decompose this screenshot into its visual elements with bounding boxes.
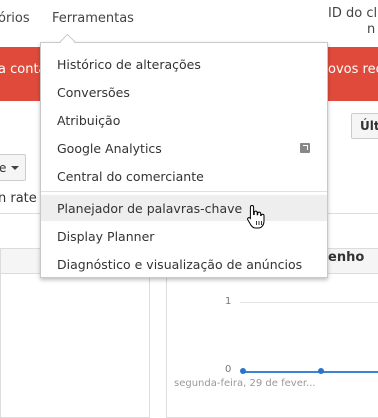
tools-dropdown-menu: Histórico de alterações Conversões Atrib… xyxy=(40,42,328,278)
client-id-value: n xyxy=(367,22,376,37)
x-tick-label: segunda-feira, 29 de fever... xyxy=(174,378,316,389)
hand-cursor-icon xyxy=(247,204,265,229)
chevron-down-icon xyxy=(11,166,19,170)
banner-text-right[interactable]: ovos recu xyxy=(328,62,378,77)
client-id-label: ID do clie xyxy=(328,6,378,21)
external-link-icon xyxy=(300,143,310,153)
menu-item-display-planner[interactable]: Display Planner xyxy=(41,223,327,249)
rate-label: n rate xyxy=(0,191,37,206)
menu-divider xyxy=(41,191,327,192)
menu-item-merchant-center[interactable]: Central do comerciante xyxy=(41,163,327,189)
nav-tools[interactable]: Ferramentas xyxy=(52,11,134,26)
menu-item-change-history[interactable]: Histórico de alterações xyxy=(41,51,327,77)
chart-gridline xyxy=(240,302,378,303)
menu-item-attribution[interactable]: Atribuição xyxy=(41,107,327,133)
menu-item-ad-preview[interactable]: Diagnóstico e visualização de anúncios xyxy=(41,251,327,277)
menu-item-keyword-planner[interactable]: Planejador de palavras-chave xyxy=(41,195,327,221)
chart-point[interactable] xyxy=(240,368,246,374)
segment-select-label: e xyxy=(0,161,7,175)
chart-series-line xyxy=(242,371,378,373)
chart-point[interactable] xyxy=(318,368,324,374)
y-tick-label: 0 xyxy=(225,364,232,375)
menu-item-google-analytics[interactable]: Google Analytics xyxy=(41,135,327,161)
date-range-button[interactable]: Últi xyxy=(351,113,378,139)
y-tick-label: 1 xyxy=(225,296,232,307)
performance-title: enho xyxy=(328,250,365,265)
segment-select[interactable]: e xyxy=(0,154,26,181)
menu-item-conversions[interactable]: Conversões xyxy=(41,79,327,105)
top-nav: órios Ferramentas ID do clie n xyxy=(0,0,378,47)
nav-reports[interactable]: órios xyxy=(0,11,30,26)
